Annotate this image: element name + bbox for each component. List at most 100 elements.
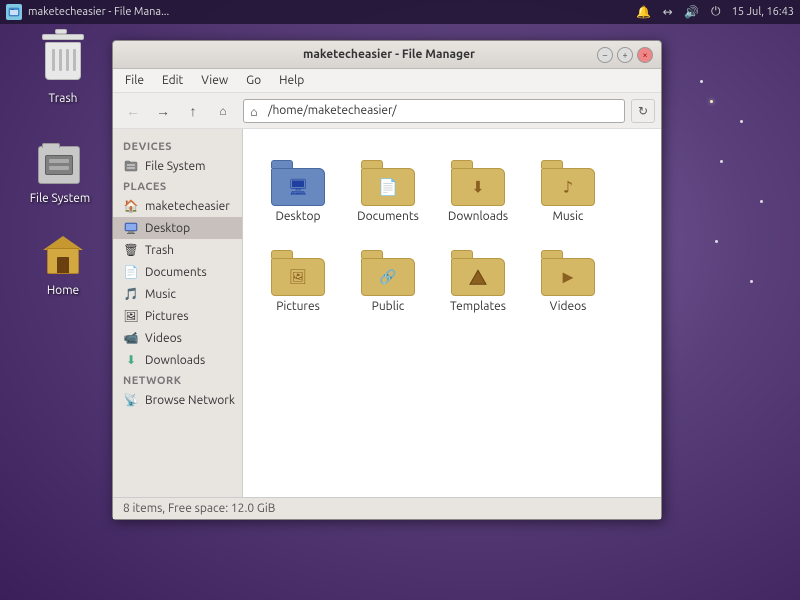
file-item-documents[interactable]: 📄 Documents <box>343 139 433 229</box>
maximize-button[interactable]: + <box>617 47 633 63</box>
statusbar: 8 items, Free space: 12.0 GiB <box>113 497 661 519</box>
back-button[interactable]: ← <box>119 97 147 125</box>
filesystem-sidebar-icon <box>123 158 139 174</box>
star <box>700 80 703 83</box>
bell-icon[interactable]: 🔔 <box>636 4 652 20</box>
up-button[interactable]: ↑ <box>179 97 207 125</box>
window-controls: – + × <box>597 47 653 63</box>
trash-label: Trash <box>48 92 77 105</box>
sidebar-item-network[interactable]: 📡 Browse Network <box>113 389 242 411</box>
taskbar-right: 🔔 ↔ 🔊 ⏻ 15 Jul, 16:43 <box>636 4 794 20</box>
file-item-templates[interactable]: Templates <box>433 229 523 319</box>
file-item-videos[interactable]: ▶ Videos <box>523 229 613 319</box>
downloads-sidebar-icon: ⬇ <box>123 352 139 368</box>
sidebar-filesystem-label: File System <box>145 160 206 173</box>
desktop-sidebar-icon <box>123 220 139 236</box>
sidebar-pictures-label: Pictures <box>145 310 189 323</box>
sidebar-item-documents[interactable]: 📄 Documents <box>113 261 242 283</box>
file-item-desktop[interactable]: 🖥 Desktop <box>253 139 343 229</box>
arrows-icon[interactable]: ↔ <box>660 4 676 20</box>
address-text: /home/maketecheasier/ <box>268 104 397 117</box>
videos-sidebar-icon: 📹 <box>123 330 139 346</box>
videos-folder-icon: ▶ <box>541 248 595 296</box>
menu-view[interactable]: View <box>193 72 236 89</box>
menu-go[interactable]: Go <box>238 72 269 89</box>
trash-sidebar-icon: 🗑 <box>123 242 139 258</box>
home-button[interactable]: ⌂ <box>209 97 237 125</box>
taskbar-app-icon[interactable] <box>6 4 22 20</box>
content-area: DEVICES File System PLACES 🏠 maketecheas… <box>113 129 661 497</box>
music-folder-icon: ♪ <box>541 158 595 206</box>
reload-button[interactable]: ↻ <box>631 99 655 123</box>
power-icon[interactable]: ⏻ <box>708 4 724 20</box>
window-titlebar: maketecheasier - File Manager – + × <box>113 41 661 69</box>
menubar: File Edit View Go Help <box>113 69 661 93</box>
address-home-icon: ⌂ <box>250 105 264 117</box>
sidebar-item-home[interactable]: 🏠 maketecheasier <box>113 195 242 217</box>
sidebar-item-videos[interactable]: 📹 Videos <box>113 327 242 349</box>
close-button[interactable]: × <box>637 47 653 63</box>
music-sidebar-icon: 🎵 <box>123 286 139 302</box>
taskbar-title: maketecheasier - File Mana... <box>28 6 169 18</box>
sidebar-desktop-label: Desktop <box>145 222 190 235</box>
star <box>750 280 753 283</box>
sidebar-network-label: Browse Network <box>145 394 235 407</box>
menu-file[interactable]: File <box>117 72 152 89</box>
star <box>715 240 718 243</box>
pictures-folder-icon: 🖼 <box>271 248 325 296</box>
star <box>760 200 763 203</box>
sidebar-music-label: Music <box>145 288 176 301</box>
file-item-downloads[interactable]: ⬇ Downloads <box>433 139 523 229</box>
file-grid: 🖥 Desktop 📄 Documents <box>243 129 661 497</box>
sidebar-documents-label: Documents <box>145 266 207 279</box>
menu-help[interactable]: Help <box>271 72 312 89</box>
taskbar-left: maketecheasier - File Mana... <box>6 4 169 20</box>
trash-icon-img <box>39 40 87 88</box>
sidebar-trash-label: Trash <box>145 244 174 257</box>
trash-body <box>45 42 81 80</box>
sidebar-item-filesystem[interactable]: File System <box>113 155 242 177</box>
bright-star <box>710 100 713 103</box>
desktop-folder-label: Desktop <box>275 210 320 223</box>
downloads-folder-icon: ⬇ <box>451 158 505 206</box>
pictures-folder-label: Pictures <box>276 300 320 313</box>
templates-folder-label: Templates <box>450 300 506 313</box>
desktop-icon-trash[interactable]: Trash <box>28 40 98 105</box>
window-title: maketecheasier - File Manager <box>303 48 475 61</box>
sidebar-item-pictures[interactable]: 🖼 Pictures <box>113 305 242 327</box>
templates-folder-icon <box>451 248 505 296</box>
sidebar-item-downloads[interactable]: ⬇ Downloads <box>113 349 242 371</box>
home-label: Home <box>47 284 79 297</box>
sidebar-item-trash[interactable]: 🗑 Trash <box>113 239 242 261</box>
home-icon-img <box>39 232 87 280</box>
toolbar: ← → ↑ ⌂ ⌂ /home/maketecheasier/ ↻ <box>113 93 661 129</box>
desktop-icon-filesystem[interactable]: File System <box>25 140 95 205</box>
sidebar-devices-title: DEVICES <box>113 137 242 155</box>
file-manager-window: maketecheasier - File Manager – + × File… <box>112 40 662 520</box>
filesystem-label: File System <box>30 192 91 205</box>
trash-lid <box>42 34 84 40</box>
minimize-button[interactable]: – <box>597 47 613 63</box>
sidebar: DEVICES File System PLACES 🏠 maketecheas… <box>113 129 243 497</box>
public-folder-icon: 🔗 <box>361 248 415 296</box>
taskbar-time: 15 Jul, 16:43 <box>732 6 794 18</box>
statusbar-text: 8 items, Free space: 12.0 GiB <box>123 502 275 515</box>
sidebar-item-desktop[interactable]: Desktop <box>113 217 242 239</box>
sidebar-places-title: PLACES <box>113 177 242 195</box>
sidebar-item-music[interactable]: 🎵 Music <box>113 283 242 305</box>
menu-edit[interactable]: Edit <box>154 72 191 89</box>
documents-sidebar-icon: 📄 <box>123 264 139 280</box>
music-folder-label: Music <box>553 210 584 223</box>
pictures-sidebar-icon: 🖼 <box>123 308 139 324</box>
desktop-icon-home[interactable]: Home <box>28 232 98 297</box>
trash-lines <box>52 49 76 71</box>
file-item-pictures[interactable]: 🖼 Pictures <box>253 229 343 319</box>
forward-button[interactable]: → <box>149 97 177 125</box>
file-item-public[interactable]: 🔗 Public <box>343 229 433 319</box>
downloads-folder-label: Downloads <box>448 210 508 223</box>
star <box>740 120 743 123</box>
volume-icon[interactable]: 🔊 <box>684 4 700 20</box>
file-item-music[interactable]: ♪ Music <box>523 139 613 229</box>
public-folder-label: Public <box>372 300 405 313</box>
star <box>720 160 723 163</box>
